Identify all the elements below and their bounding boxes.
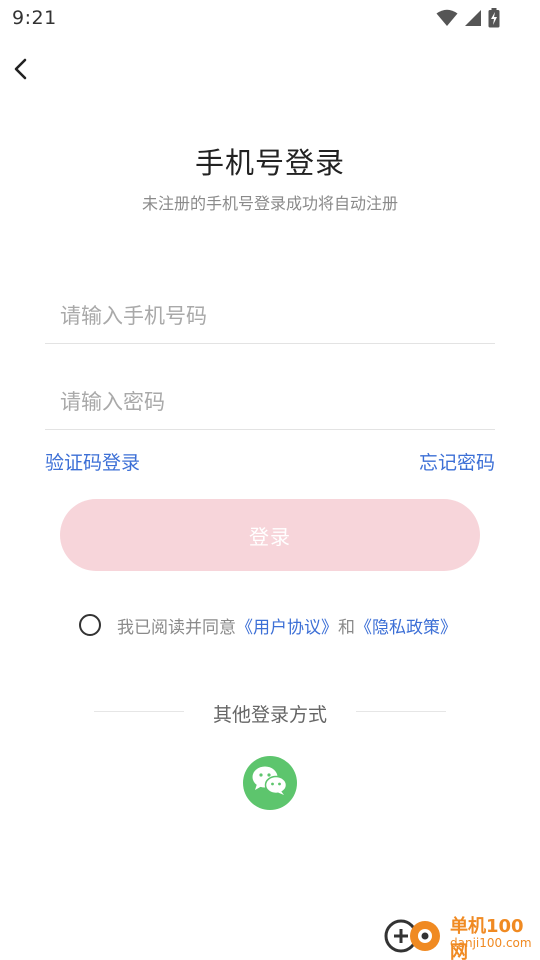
phone-field-container — [45, 288, 495, 344]
agreement-prefix: 我已阅读并同意 — [117, 617, 236, 638]
wechat-login-button[interactable] — [243, 756, 297, 810]
status-time: 9:21 — [12, 7, 57, 29]
agreement-row: 我已阅读并同意 《用户协议》 和 《隐私政策》 — [79, 612, 457, 638]
battery-charging-icon — [488, 8, 500, 28]
agree-checkbox[interactable] — [79, 614, 101, 636]
status-icons — [436, 8, 500, 28]
page-title: 手机号登录 — [194, 146, 345, 180]
privacy-policy-link[interactable]: 《隐私政策》 — [355, 613, 457, 638]
chevron-left-icon — [13, 58, 29, 84]
wifi-icon — [436, 9, 458, 27]
back-button[interactable] — [6, 56, 36, 86]
login-button[interactable]: 登录 — [60, 499, 480, 571]
password-input[interactable] — [45, 374, 495, 429]
divider-right — [356, 711, 446, 712]
agreement-and: 和 — [338, 617, 355, 638]
page-subtitle: 未注册的手机号登录成功将自动注册 — [141, 194, 398, 213]
other-login-label: 其他登录方式 — [212, 704, 327, 726]
user-agreement-link[interactable]: 《用户协议》 — [236, 613, 338, 638]
watermark: 单机100网 danji100.com — [384, 912, 534, 960]
signal-icon — [464, 9, 482, 27]
login-screen: 9:21 手机号登录 未注册的手机号登录成功将自动注册 请输入手机号码 验证码登… — [0, 0, 540, 960]
password-field-container — [45, 374, 495, 430]
phone-input[interactable] — [45, 288, 495, 343]
sms-login-link[interactable]: 验证码登录 — [45, 448, 140, 475]
forgot-password-link[interactable]: 忘记密码 — [419, 448, 495, 475]
wechat-icon — [251, 765, 289, 801]
status-bar: 9:21 — [0, 0, 540, 38]
watermark-url: danji100.com — [450, 936, 532, 950]
watermark-logo-icon — [384, 916, 444, 954]
